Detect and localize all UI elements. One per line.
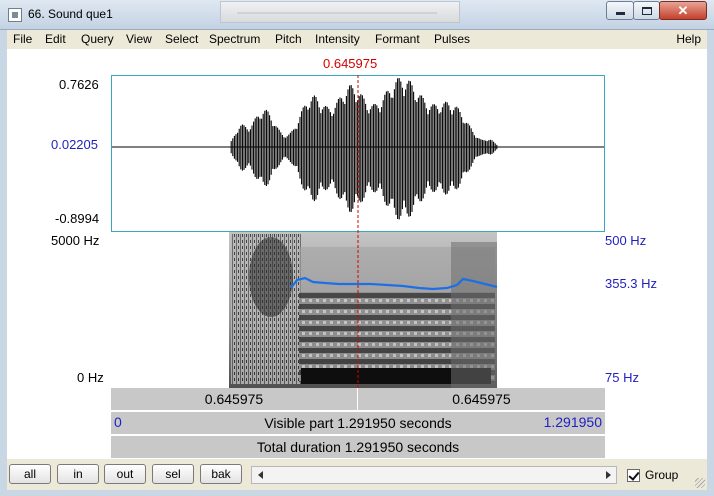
scroll-right-button[interactable] xyxy=(600,467,616,483)
visible-end-time: 1.291950 xyxy=(543,414,602,430)
title-bar: 66. Sound que1 ✕ xyxy=(0,0,714,30)
maximize-icon xyxy=(641,6,652,15)
menu-file[interactable]: File xyxy=(13,32,32,46)
pitch-cursor-label: 355.3 Hz xyxy=(605,276,658,291)
horizontal-scrollbar[interactable] xyxy=(251,466,617,484)
visible-part-text: Visible part 1.291950 seconds xyxy=(111,412,605,434)
visible-part-bar[interactable]: 0 Visible part 1.291950 seconds 1.291950 xyxy=(111,412,605,434)
amplitude-min-label: -0.8994 xyxy=(55,211,100,226)
menu-bar: File Edit Query View Select Spectrum Pit… xyxy=(7,30,707,50)
zoom-all-button[interactable]: all xyxy=(9,464,51,484)
menu-intensity[interactable]: Intensity xyxy=(315,32,360,46)
minimize-icon xyxy=(615,12,625,15)
zoom-in-label: in xyxy=(73,467,83,481)
zoom-selection-label: sel xyxy=(165,467,181,481)
group-label: Group xyxy=(645,468,679,482)
chevron-left-icon xyxy=(257,471,263,479)
maximize-button[interactable] xyxy=(633,1,660,20)
close-button[interactable]: ✕ xyxy=(659,1,707,20)
total-duration-label: Total duration 1.291950 seconds xyxy=(256,439,460,455)
menu-select[interactable]: Select xyxy=(165,32,198,46)
menu-pitch[interactable]: Pitch xyxy=(275,32,302,46)
total-duration-bar[interactable]: Total duration 1.291950 seconds xyxy=(111,436,605,458)
menu-formant[interactable]: Formant xyxy=(375,32,420,46)
pitch-bottom-label: 75 Hz xyxy=(605,370,639,385)
zoom-all-label: all xyxy=(23,467,36,481)
zoom-back-button[interactable]: bak xyxy=(200,464,242,484)
total-duration-text: Total duration 1.291950 seconds xyxy=(111,436,605,458)
left-selection-segment[interactable]: 0.645975 xyxy=(111,388,357,410)
pitch-top-label: 500 Hz xyxy=(605,233,647,248)
cursor-time-label: 0.645975 xyxy=(323,56,378,71)
menu-query[interactable]: Query xyxy=(81,32,114,46)
visible-part-label: Visible part 1.291950 seconds xyxy=(264,415,452,431)
right-selection-time: 0.645975 xyxy=(452,391,511,407)
window-title: 66. Sound que1 xyxy=(28,7,113,21)
left-selection-time: 0.645975 xyxy=(204,391,264,407)
close-icon: ✕ xyxy=(677,2,689,18)
resize-grip-icon[interactable] xyxy=(695,478,705,488)
selection-time-bar: 0.645975 0.645975 xyxy=(111,388,605,410)
frequency-top-label: 5000 Hz xyxy=(51,233,100,248)
group-checkbox[interactable] xyxy=(627,468,640,482)
chevron-right-icon xyxy=(605,471,611,479)
menu-help[interactable]: Help xyxy=(676,32,701,46)
right-selection-segment[interactable]: 0.645975 xyxy=(358,388,605,410)
menu-edit[interactable]: Edit xyxy=(45,32,66,46)
editor-window: File Edit Query View Select Spectrum Pit… xyxy=(7,30,707,490)
amplitude-max-label: 0.7626 xyxy=(59,77,99,92)
sound-view[interactable]: 0.645975 0.7626 0.02205 -0.8994 5000 Hz … xyxy=(7,49,707,459)
waveform-trace xyxy=(230,78,498,220)
zoom-in-button[interactable]: in xyxy=(57,464,99,484)
cursor-line xyxy=(357,75,359,388)
frequency-bottom-label: 0 Hz xyxy=(77,370,104,385)
menu-pulses[interactable]: Pulses xyxy=(434,32,470,46)
bottom-controls: all in out sel bak Group xyxy=(7,461,707,490)
app-icon[interactable] xyxy=(8,8,22,22)
menu-spectrum[interactable]: Spectrum xyxy=(209,32,260,46)
scroll-left-button[interactable] xyxy=(252,467,268,483)
group-toggle[interactable]: Group xyxy=(627,468,678,482)
minimize-button[interactable] xyxy=(606,1,634,20)
menu-view[interactable]: View xyxy=(126,32,152,46)
amplitude-cursor-label: 0.02205 xyxy=(51,137,98,152)
background-window-tab xyxy=(220,1,460,23)
zoom-out-button[interactable]: out xyxy=(104,464,146,484)
zoom-back-label: bak xyxy=(211,467,231,481)
zoom-out-label: out xyxy=(116,467,134,481)
zoom-selection-button[interactable]: sel xyxy=(152,464,194,484)
